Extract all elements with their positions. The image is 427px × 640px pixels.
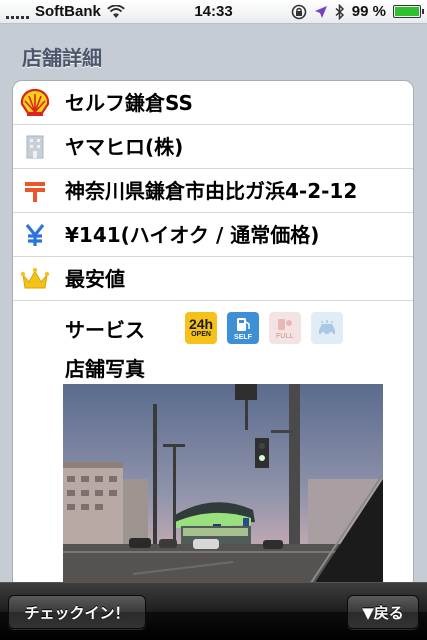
location-arrow-icon <box>314 5 327 18</box>
crown-icon <box>19 264 51 294</box>
full-service-icon: FULL <box>269 312 301 344</box>
company-row[interactable]: ヤマヒロ(株) <box>13 125 413 169</box>
service-icons: 24h OPEN SELF FULL <box>185 312 343 344</box>
checkin-button[interactable]: チェックイン！ <box>8 595 146 629</box>
services-label: サービス <box>65 318 145 342</box>
price: ¥141(ハイオク / 通常価格) <box>65 223 320 247</box>
full-label: FULL <box>276 332 294 340</box>
self-service-icon: SELF <box>227 312 259 344</box>
status-bar: SoftBank 14:33 99 % <box>0 0 427 24</box>
store-photo[interactable] <box>63 384 383 599</box>
store-name: セルフ鎌倉SS <box>65 91 193 115</box>
shell-logo-icon <box>19 88 51 118</box>
address-row[interactable]: 神奈川県鎌倉市由比ガ浜4-2-12 <box>13 169 413 213</box>
24h-label: 24h <box>188 316 214 332</box>
photo-label: 店舗写真 <box>65 357 145 381</box>
self-label: SELF <box>234 333 252 341</box>
ranking-text: 最安値 <box>65 267 125 291</box>
store-name-row[interactable]: セルフ鎌倉SS <box>13 81 413 125</box>
building-icon <box>19 132 51 162</box>
page-title: 店舗詳細 <box>22 46 102 70</box>
back-button[interactable]: ▼戻る <box>347 595 419 629</box>
battery-percent: 99 % <box>351 3 386 20</box>
status-right: 99 % <box>291 3 424 20</box>
battery-fill <box>395 7 419 16</box>
battery-icon <box>393 5 424 18</box>
car-wash-icon <box>311 312 343 344</box>
store-detail-table: セルフ鎌倉SS ヤマヒロ(株) 神奈川県鎌倉市由比ガ浜4-2-12 ¥141(ハ… <box>12 80 414 600</box>
open-label: OPEN <box>191 331 211 338</box>
rotation-lock-icon <box>291 4 307 19</box>
bottom-toolbar: チェックイン！ ▼戻る <box>0 582 427 640</box>
bluetooth-icon <box>335 3 344 20</box>
yen-icon <box>19 220 51 250</box>
company-name: ヤマヒロ(株) <box>65 135 184 159</box>
address: 神奈川県鎌倉市由比ガ浜4-2-12 <box>65 179 358 203</box>
24h-open-icon: 24h OPEN <box>185 312 217 344</box>
ranking-row[interactable]: 最安値 <box>13 257 413 301</box>
postal-mark-icon <box>19 176 51 206</box>
price-row[interactable]: ¥141(ハイオク / 通常価格) <box>13 213 413 257</box>
